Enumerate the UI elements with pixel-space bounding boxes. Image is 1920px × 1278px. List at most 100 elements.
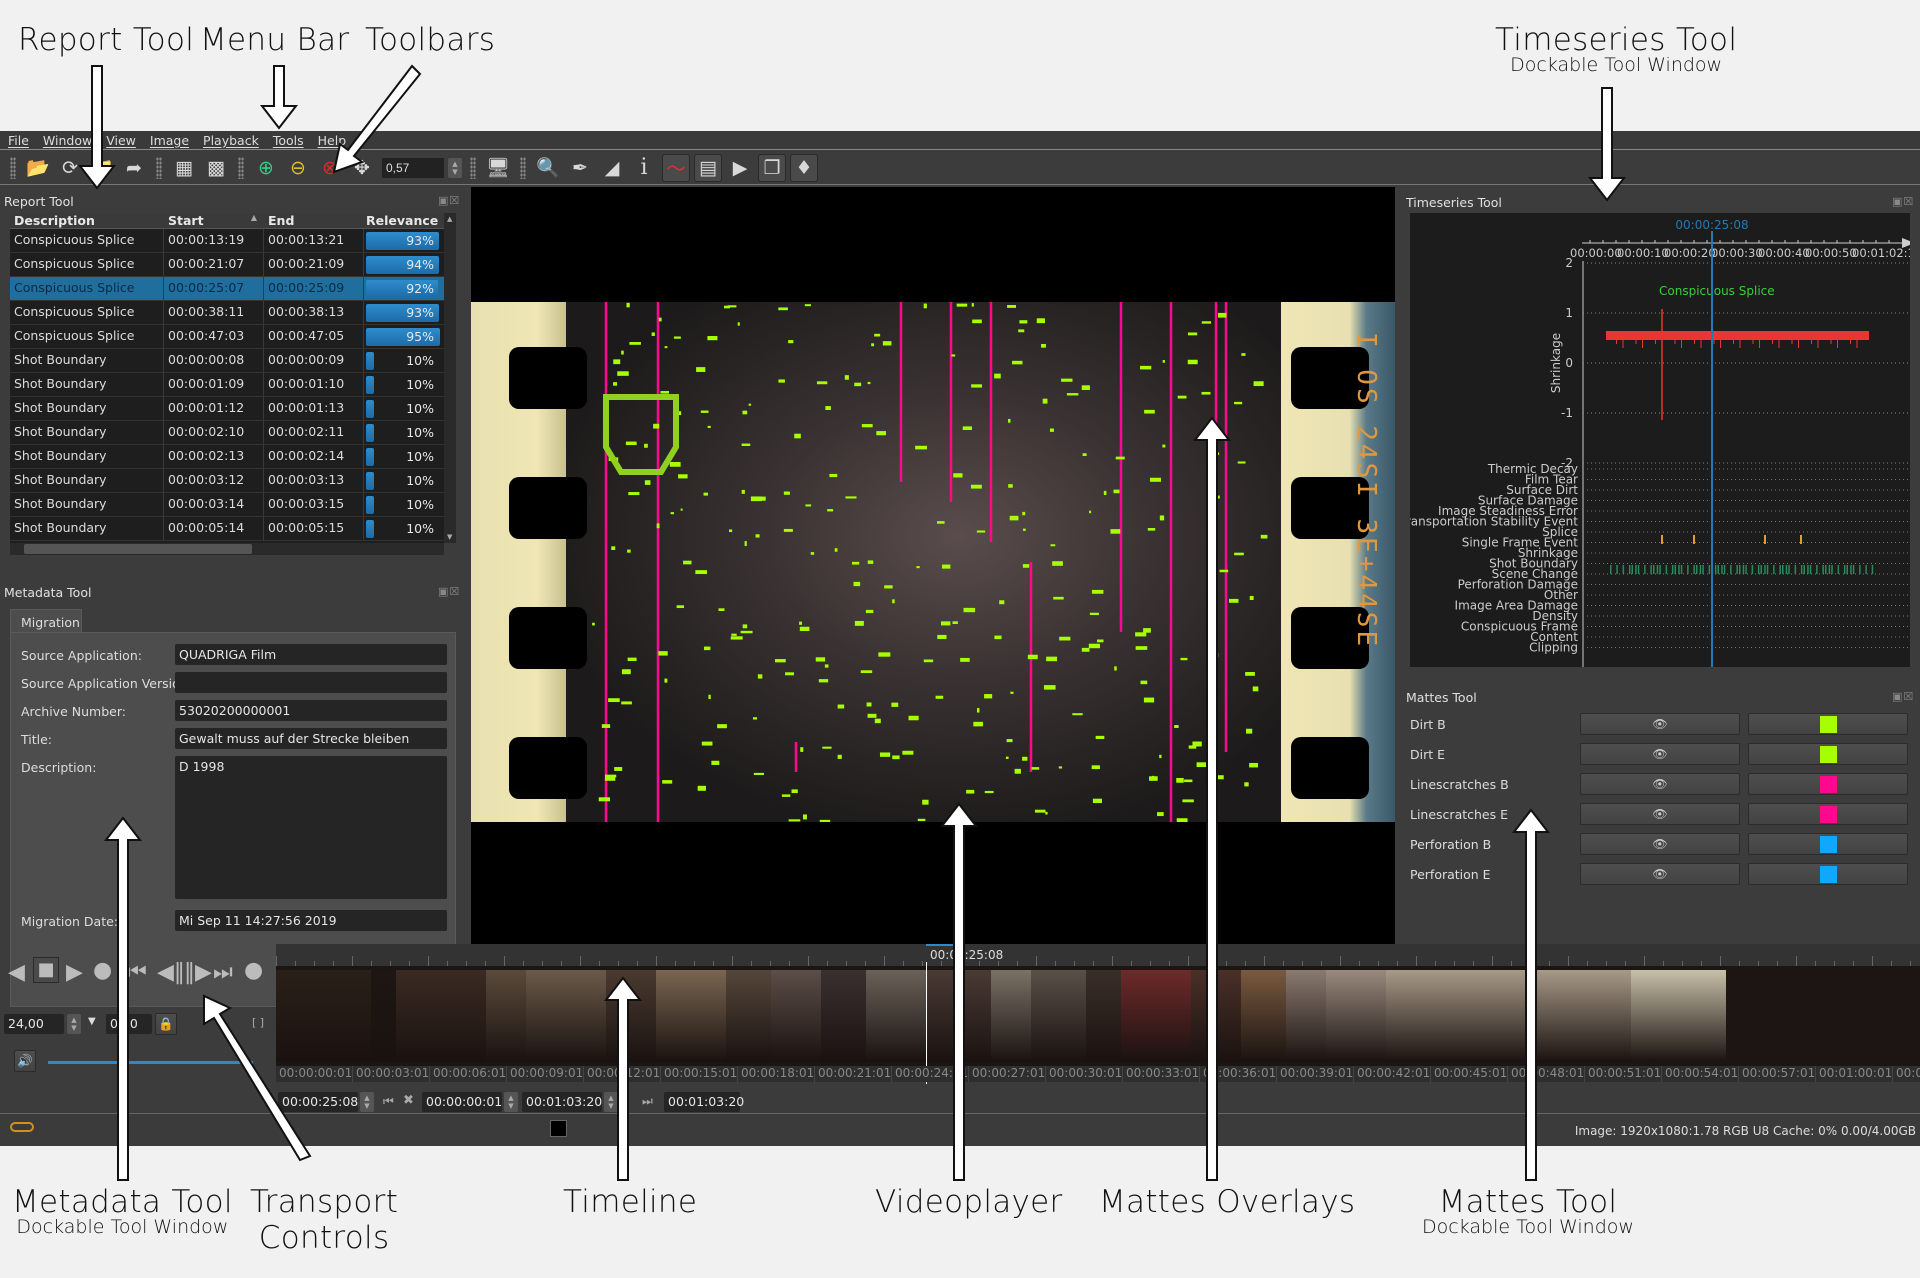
title-field[interactable]: Gewalt muss auf der Strecke bleiben xyxy=(175,728,447,749)
zoom-out-icon[interactable]: ⊖ xyxy=(284,154,312,182)
report-vertical-scrollbar[interactable]: ▲ ▼ xyxy=(444,213,456,543)
zoom-level-input[interactable] xyxy=(382,157,444,178)
in-point-input[interactable]: 00:00:00:01 xyxy=(422,1092,502,1112)
export-tag-icon[interactable]: ➦ xyxy=(120,154,148,182)
video-player[interactable]: I OS 24SI 3E+44SE xyxy=(471,187,1395,944)
table-row[interactable]: Shot Boundary 00:00:00:08 00:00:00:09 10% xyxy=(10,349,448,373)
menu-tools[interactable]: Tools xyxy=(273,133,304,148)
play-forward-icon[interactable]: ▶ xyxy=(66,960,83,985)
report-icon[interactable]: ▤ xyxy=(694,153,722,182)
matte-color-button[interactable] xyxy=(1748,803,1908,825)
fullscreen-icon[interactable]: [ ] xyxy=(252,1016,264,1029)
toolbar-grip[interactable] xyxy=(156,156,162,179)
close-folder-icon[interactable]: 📁 xyxy=(88,154,116,182)
magnifier-icon[interactable]: 🔍 xyxy=(534,154,562,182)
source-application-field[interactable]: QUADRIGA Film xyxy=(175,644,447,665)
menu-view[interactable]: View xyxy=(106,133,136,148)
toolbar-grip[interactable] xyxy=(10,156,16,179)
matte-color-button[interactable] xyxy=(1748,833,1908,855)
table-row[interactable]: Conspicuous Splice 00:00:13:19 00:00:13:21… xyxy=(10,229,448,253)
matte-visibility-toggle[interactable]: 👁 xyxy=(1580,713,1740,735)
zoom-pan-icon[interactable]: ✥ xyxy=(348,154,376,182)
menu-image[interactable]: Image xyxy=(150,133,189,148)
column-relevance[interactable]: Relevance xyxy=(364,213,448,228)
report-tool-dock-buttons[interactable]: ▣☒ xyxy=(438,194,460,207)
table-row[interactable]: Shot Boundary 00:00:03:12 00:00:03:13 10% xyxy=(10,469,448,493)
step-forward-icon[interactable]: ‖▶ xyxy=(184,960,212,985)
table-row[interactable]: Conspicuous Splice 00:00:38:11 00:00:38:13… xyxy=(10,301,448,325)
matte-visibility-toggle[interactable]: 👁 xyxy=(1580,833,1740,855)
go-to-start-icon[interactable]: ⏮ xyxy=(127,960,147,985)
menu-window[interactable]: Window xyxy=(43,133,92,148)
tab-migration[interactable]: Migration xyxy=(10,609,82,633)
table-row[interactable]: Conspicuous Splice 00:00:47:03 00:00:47:05… xyxy=(10,325,448,349)
table-row[interactable]: Shot Boundary 00:00:05:14 00:00:05:15 10% xyxy=(10,517,448,541)
table-row[interactable]: Conspicuous Splice 00:00:21:07 00:00:21:09… xyxy=(10,253,448,277)
set-in-point-icon[interactable]: ⏮ xyxy=(383,1094,394,1109)
report-horizontal-scrollbar[interactable] xyxy=(10,543,444,555)
tag-icon[interactable]: ♦ xyxy=(790,153,818,182)
fps-dropdown-icon[interactable]: ▼ xyxy=(88,1016,96,1027)
column-start[interactable]: Start ▲ xyxy=(164,213,264,228)
table-row[interactable]: Conspicuous Splice 00:00:25:07 00:00:25:09… xyxy=(10,277,448,301)
menu-playback[interactable]: Playback xyxy=(203,133,259,148)
table-row[interactable]: Shot Boundary 00:00:01:09 00:00:01:10 10% xyxy=(10,373,448,397)
menu-file[interactable]: File xyxy=(8,133,29,148)
reload-icon[interactable]: ⟳ xyxy=(56,154,84,182)
step-backward-icon[interactable]: ◀‖ xyxy=(157,960,185,985)
fit-window-icon[interactable]: ▦ xyxy=(170,154,198,182)
timeline-thumbnails[interactable] xyxy=(276,966,1920,1066)
set-out-point-icon[interactable]: ⏭ xyxy=(642,1094,653,1109)
play-backward-icon[interactable]: ◀ xyxy=(8,960,25,985)
timeseries-plot[interactable]: 00:00:00 00:00:10 00:00:20 00:00:30 00:00:40… xyxy=(1399,213,1920,667)
fit-window-2-icon[interactable]: ▩ xyxy=(202,154,230,182)
info-icon[interactable]: i xyxy=(630,154,658,182)
matte-color-button[interactable] xyxy=(1748,863,1908,885)
scrollbar-thumb[interactable] xyxy=(24,544,252,554)
scroll-down-icon[interactable]: ▼ xyxy=(447,533,452,541)
volume-slider[interactable] xyxy=(48,1061,253,1064)
loop-icon[interactable]: ● xyxy=(244,958,263,983)
link-icon[interactable] xyxy=(10,1122,34,1132)
scroll-up-icon[interactable]: ▲ xyxy=(447,215,452,223)
monitor-icon[interactable]: 🖥 xyxy=(484,154,512,182)
volume-button[interactable]: 🔊 xyxy=(14,1050,36,1072)
table-row[interactable]: Shot Boundary 00:00:02:10 00:00:02:11 10% xyxy=(10,421,448,445)
table-row[interactable]: Shot Boundary 00:00:03:14 00:00:03:15 10% xyxy=(10,493,448,517)
play-circle-icon[interactable]: ▶ xyxy=(726,154,754,182)
table-row[interactable]: Shot Boundary 00:00:01:12 00:00:01:13 10% xyxy=(10,397,448,421)
toolbar-grip[interactable] xyxy=(470,156,476,179)
current-time-spinner[interactable]: ▲ ▼ xyxy=(360,1092,374,1112)
in-point-spinner[interactable]: ▲ ▼ xyxy=(504,1092,518,1112)
column-end[interactable]: End xyxy=(264,213,364,228)
mattes-icon[interactable]: ❐ xyxy=(758,153,786,182)
archive-number-field[interactable]: 53020200000001 xyxy=(175,700,447,721)
color-picker-icon[interactable]: ✒ xyxy=(566,154,594,182)
lock-button[interactable]: 🔒 xyxy=(155,1013,177,1035)
record-icon[interactable]: ● xyxy=(93,958,112,983)
metadata-tool-dock-buttons[interactable]: ▣☒ xyxy=(438,585,460,598)
fps-input[interactable]: 24,00 xyxy=(4,1014,64,1034)
menu-help[interactable]: Help xyxy=(318,133,347,148)
matte-color-button[interactable] xyxy=(1748,773,1908,795)
matte-color-button[interactable] xyxy=(1748,713,1908,735)
stop-icon[interactable]: ■ xyxy=(33,957,59,983)
out-point-input[interactable]: 00:01:03:20 xyxy=(522,1092,602,1112)
toolbar-grip[interactable] xyxy=(238,156,244,179)
table-row[interactable]: Shot Boundary 00:00:02:13 00:00:02:14 10% xyxy=(10,445,448,469)
column-description[interactable]: Description xyxy=(10,213,164,228)
zoom-level-spinner[interactable]: ▲ ▼ xyxy=(448,157,462,178)
matte-visibility-toggle[interactable]: 👁 xyxy=(1580,803,1740,825)
description-field[interactable]: D 1998 xyxy=(175,756,447,899)
matte-visibility-toggle[interactable]: 👁 xyxy=(1580,743,1740,765)
matte-visibility-toggle[interactable]: 👁 xyxy=(1580,773,1740,795)
histogram-icon[interactable]: ◢ xyxy=(598,154,626,182)
color-swatch[interactable] xyxy=(550,1120,567,1137)
zoom-reset-icon[interactable]: ⊗ xyxy=(316,154,344,182)
timeseries-tool-dock-buttons[interactable]: ▣☒ xyxy=(1892,195,1914,208)
mattes-tool-dock-buttons[interactable]: ▣☒ xyxy=(1892,690,1914,703)
clear-in-out-icon[interactable]: ✖ xyxy=(403,1093,414,1108)
offset-input[interactable]: 0,00 xyxy=(106,1014,152,1034)
timeline[interactable]: 00:00:25:08 00:00:00:01 00:00:03:01 00:00:… xyxy=(276,944,1920,1130)
source-application-version-field[interactable] xyxy=(175,672,447,693)
